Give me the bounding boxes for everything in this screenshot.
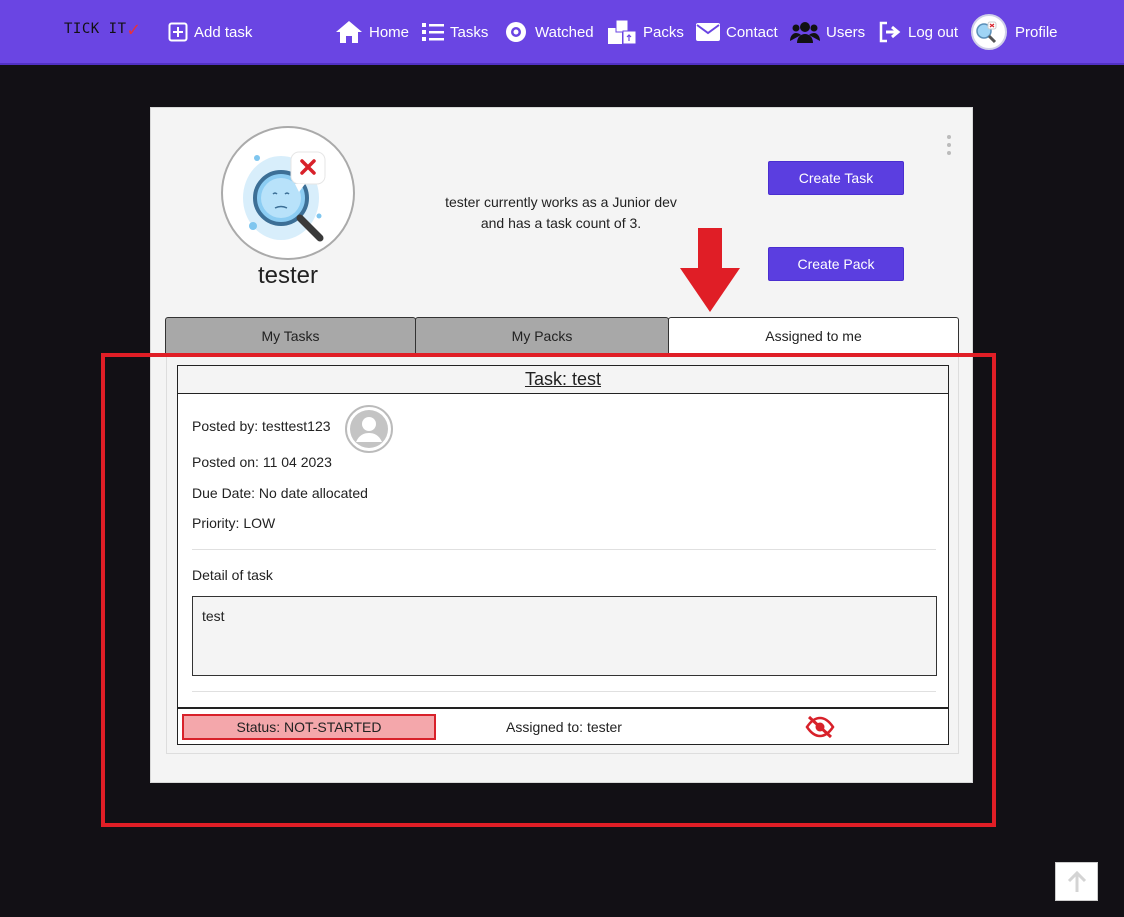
tab-my-packs[interactable]: My Packs [415, 317, 669, 354]
divider [192, 691, 936, 692]
task-detail-text: test [202, 608, 225, 624]
nav-users-label: Users [826, 23, 866, 41]
nav-profile-label: Profile [1015, 23, 1058, 41]
task-assigned-to: Assigned to: tester [506, 719, 622, 735]
task-body: Posted by: testtest123 Posted on: 11 04 … [178, 394, 948, 707]
eye-slash-icon[interactable] [805, 715, 835, 739]
profile-avatar-large [221, 126, 355, 260]
plus-square-icon [168, 22, 188, 42]
boxes-icon [608, 19, 637, 45]
nav-contact[interactable]: Contact [696, 19, 778, 45]
scroll-to-top-button[interactable] [1055, 862, 1098, 901]
nav-home-label: Home [369, 23, 410, 41]
envelope-icon [696, 23, 720, 41]
magnifier-avatar-icon [243, 151, 326, 242]
profile-bio-line1: tester currently works as a Junior dev [445, 194, 677, 210]
nav-add-task[interactable]: Add task [168, 19, 252, 45]
nav-tasks-label: Tasks [450, 23, 489, 41]
nav-contact-label: Contact [726, 23, 778, 41]
status-badge: Status: NOT-STARTED [182, 714, 436, 740]
divider [192, 549, 936, 550]
more-options-icon[interactable] [947, 135, 953, 155]
magnifier-avatar-icon [976, 21, 997, 44]
task-posted-by: Posted by: testtest123 [192, 418, 331, 434]
task-detail-box: test [192, 596, 937, 676]
task-footer: Status: NOT-STARTED Assigned to: tester [178, 707, 948, 744]
check-icon: ✓ [127, 17, 141, 41]
nav-profile[interactable]: Profile [971, 14, 1058, 50]
nav-logout[interactable]: Log out [878, 19, 958, 45]
nav-users[interactable]: Users [790, 19, 865, 45]
profile-username: tester [257, 262, 319, 289]
nav-packs-label: Packs [643, 23, 684, 41]
task-card: Task: test Posted by: testtest123 Posted… [177, 365, 949, 745]
create-pack-button[interactable]: Create Pack [768, 247, 904, 281]
list-icon [422, 23, 444, 41]
navbar: TICK IT ✓ Add task Home Tasks Watched Pa… [0, 0, 1124, 65]
logout-icon [879, 21, 901, 43]
nav-packs[interactable]: Packs [607, 19, 684, 45]
create-task-button[interactable]: Create Task [768, 161, 904, 195]
eye-icon [506, 22, 526, 42]
profile-bio: tester currently works as a Junior dev a… [421, 192, 701, 234]
tab-my-tasks[interactable]: My Tasks [165, 317, 416, 354]
nav-logout-label: Log out [908, 23, 959, 41]
nav-home[interactable]: Home [335, 19, 409, 45]
nav-watched-label: Watched [535, 23, 594, 41]
task-due-date: Due Date: No date allocated [192, 485, 368, 501]
user-placeholder-icon [350, 410, 388, 448]
profile-card: tester tester currently works as a Junio… [150, 107, 973, 783]
nav-watched[interactable]: Watched [503, 19, 594, 45]
arrow-up-icon [1067, 870, 1086, 892]
home-icon [336, 21, 362, 43]
task-title[interactable]: Task: test [178, 366, 948, 394]
brand-text: TICK IT [64, 21, 127, 37]
users-icon [790, 22, 820, 43]
assigned-tab-panel: Task: test Posted by: testtest123 Posted… [166, 354, 959, 754]
brand-logo[interactable]: TICK IT ✓ [64, 17, 141, 41]
nav-tasks[interactable]: Tasks [422, 19, 488, 45]
profile-avatar [971, 14, 1007, 50]
task-detail-label: Detail of task [192, 567, 273, 583]
tab-assigned-to-me[interactable]: Assigned to me [668, 317, 959, 354]
task-posted-on: Posted on: 11 04 2023 [192, 454, 332, 470]
profile-bio-line2: and has a task count of 3. [480, 215, 642, 231]
nav-add-task-label: Add task [194, 23, 253, 41]
red-arrow-down-icon [680, 228, 740, 312]
task-priority: Priority: LOW [192, 515, 276, 531]
poster-avatar[interactable] [345, 405, 393, 453]
